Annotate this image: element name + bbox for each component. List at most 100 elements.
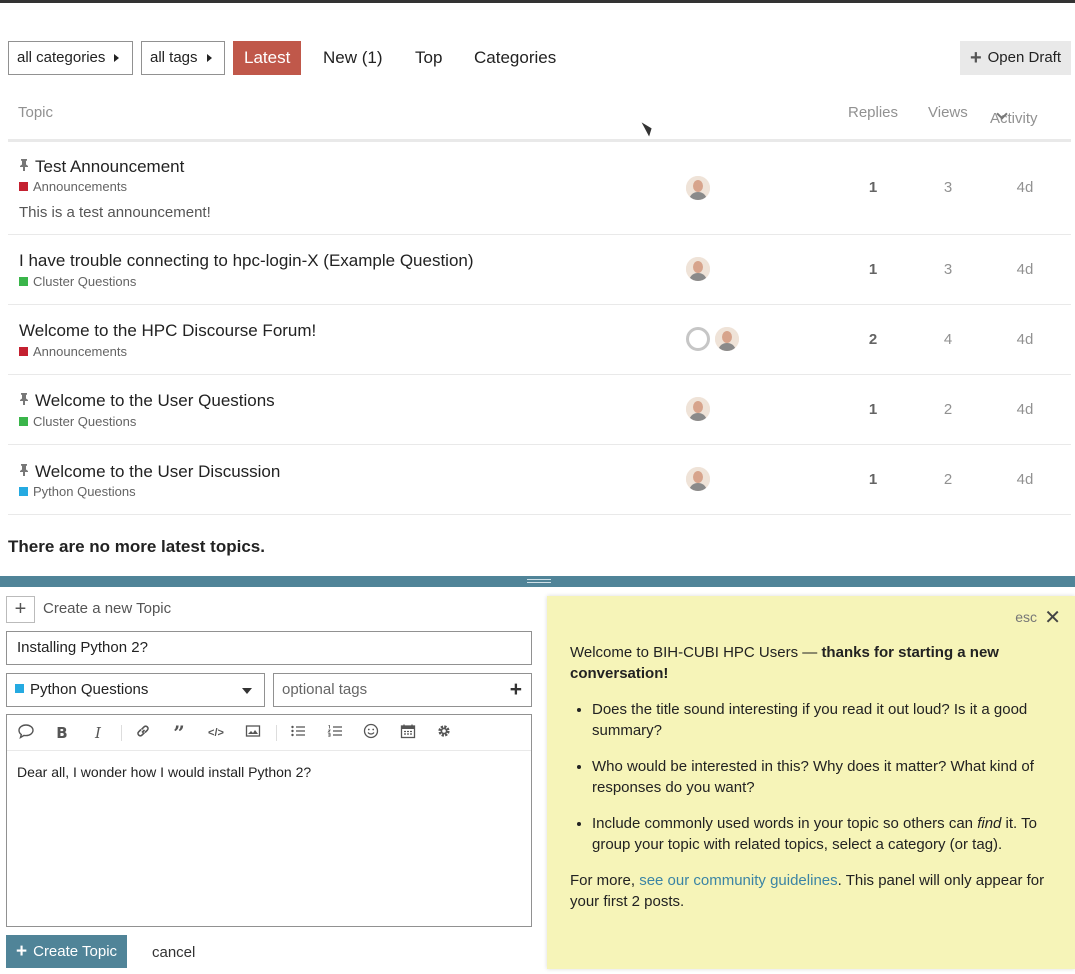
numbered-list-icon[interactable]	[325, 723, 345, 743]
tip-bullet: Does the title sound interesting if you …	[592, 699, 1040, 741]
avatar[interactable]	[686, 176, 710, 200]
caret-right-icon	[114, 54, 120, 62]
tip-bullet-text: Include commonly used words in your topi…	[592, 815, 978, 832]
tip-bullet: Who would be interested in this? Why doe…	[592, 756, 1040, 798]
toolbar-divider	[276, 725, 277, 741]
tab-top[interactable]: Top	[404, 41, 453, 75]
avatar[interactable]	[686, 257, 710, 281]
blockquote-icon[interactable]: ”	[169, 723, 189, 743]
quote-icon[interactable]	[16, 723, 36, 743]
category-badge[interactable]: Announcements	[19, 179, 127, 194]
table-row: Welcome to the User Questions Cluster Qu…	[8, 375, 1071, 445]
composer-actions-button[interactable]: +	[6, 596, 35, 623]
topic-excerpt: This is a test announcement!	[19, 204, 211, 221]
no-more-topics-message: There are no more latest topics.	[8, 537, 265, 556]
column-views[interactable]: Views	[928, 104, 968, 121]
emoji-icon[interactable]	[361, 723, 381, 743]
topic-title[interactable]: Welcome to the HPC Discourse Forum!	[19, 321, 316, 341]
category-color-square	[19, 417, 28, 426]
toolbar-divider	[121, 725, 122, 741]
plus-icon: +	[969, 47, 982, 69]
create-topic-button[interactable]: + Create Topic	[6, 935, 128, 968]
esc-hint: esc	[1015, 609, 1037, 625]
table-row: I have trouble connecting to hpc-login-X…	[8, 235, 1071, 305]
category-label: Python Questions	[33, 484, 136, 499]
category-label: Cluster Questions	[33, 414, 137, 429]
avatar[interactable]	[686, 397, 710, 421]
composer-tip-panel: esc ✕ Welcome to BIH-CUBI HPC Users — th…	[547, 596, 1075, 969]
replies-count: 1	[868, 261, 878, 278]
category-badge[interactable]: Python Questions	[19, 484, 136, 499]
category-badge[interactable]: Announcements	[19, 344, 127, 359]
tip-more-text: For more,	[570, 872, 640, 889]
tab-latest[interactable]: Latest	[233, 41, 302, 75]
tip-bullet-emphasis: find	[977, 815, 1002, 832]
category-color-square	[19, 347, 28, 356]
topic-title[interactable]: Welcome to the User Discussion	[19, 462, 280, 482]
image-icon[interactable]	[243, 723, 263, 743]
topic-title-text: Welcome to the User Questions	[35, 391, 275, 410]
views-count: 3	[943, 179, 953, 196]
topic-title[interactable]: I have trouble connecting to hpc-login-X…	[19, 251, 474, 271]
replies-count: 1	[868, 401, 878, 418]
pin-icon	[20, 159, 28, 171]
category-badge[interactable]: Cluster Questions	[19, 274, 136, 289]
tip-list: Does the title sound interesting if you …	[570, 699, 1040, 870]
composer-resize-bar[interactable]	[0, 576, 1075, 587]
topic-title-text: Test Announcement	[35, 157, 185, 176]
tab-new[interactable]: New (1)	[312, 41, 394, 75]
open-draft-button[interactable]: + Open Draft	[959, 41, 1071, 75]
category-chooser[interactable]: Python Questions	[6, 673, 265, 707]
activity-age[interactable]: 4d	[1005, 471, 1045, 488]
tags-dropdown[interactable]: all tags	[141, 41, 225, 75]
post-editor[interactable]: B I ” </> Dear all, I wonder how I would…	[6, 714, 532, 927]
topic-title[interactable]: Test Announcement	[19, 157, 184, 177]
activity-age[interactable]: 4d	[1005, 401, 1045, 418]
activity-age[interactable]: 4d	[1005, 261, 1045, 278]
categories-dropdown[interactable]: all categories	[8, 41, 133, 75]
community-guidelines-link[interactable]: see our community guidelines	[639, 872, 837, 889]
open-draft-label: Open Draft	[987, 49, 1061, 66]
activity-age[interactable]: 4d	[1005, 179, 1045, 196]
tags-dropdown-label: all tags	[150, 49, 198, 66]
avatar[interactable]	[715, 327, 739, 351]
link-icon[interactable]	[133, 723, 153, 743]
plus-icon: +	[16, 941, 28, 962]
gear-icon[interactable]	[434, 723, 454, 743]
tags-input[interactable]: optional tags +	[273, 673, 532, 707]
header-bar	[0, 0, 1075, 3]
avatar[interactable]	[686, 327, 710, 351]
category-color-square	[19, 277, 28, 286]
close-icon[interactable]: ✕	[1044, 605, 1061, 630]
tab-categories[interactable]: Categories	[463, 41, 567, 75]
views-count: 2	[943, 471, 953, 488]
activity-age[interactable]: 4d	[1005, 331, 1045, 348]
cancel-link[interactable]: cancel	[152, 944, 195, 961]
table-row: Test Announcement Announcements This is …	[8, 143, 1071, 235]
navigation-bar: all categories all tags Latest New (1) T…	[8, 41, 1071, 75]
code-icon[interactable]: </>	[206, 723, 226, 743]
category-badge[interactable]: Cluster Questions	[19, 414, 136, 429]
table-row: Welcome to the HPC Discourse Forum! Anno…	[8, 305, 1071, 375]
topic-title[interactable]: Welcome to the User Questions	[19, 391, 275, 411]
category-label: Announcements	[33, 179, 127, 194]
italic-icon[interactable]: I	[88, 723, 108, 743]
topic-title-input[interactable]: Installing Python 2?	[6, 631, 532, 665]
replies-count: 2	[868, 331, 878, 348]
pin-icon	[20, 464, 28, 476]
bold-icon[interactable]: B	[52, 723, 72, 743]
avatar[interactable]	[686, 467, 710, 491]
composer-action-title: Create a new Topic	[43, 600, 172, 617]
column-topic[interactable]: Topic	[18, 104, 53, 121]
category-label: Cluster Questions	[33, 274, 137, 289]
column-replies[interactable]: Replies	[848, 104, 898, 121]
category-color-square	[15, 684, 24, 693]
category-color-square	[19, 182, 28, 191]
pin-icon	[20, 393, 28, 405]
calendar-icon[interactable]	[398, 723, 418, 743]
bullet-list-icon[interactable]	[288, 723, 308, 743]
replies-count: 1	[868, 179, 878, 196]
create-topic-label: Create Topic	[33, 943, 118, 960]
topic-title-text: Welcome to the User Discussion	[35, 462, 281, 481]
category-label: Announcements	[33, 344, 127, 359]
